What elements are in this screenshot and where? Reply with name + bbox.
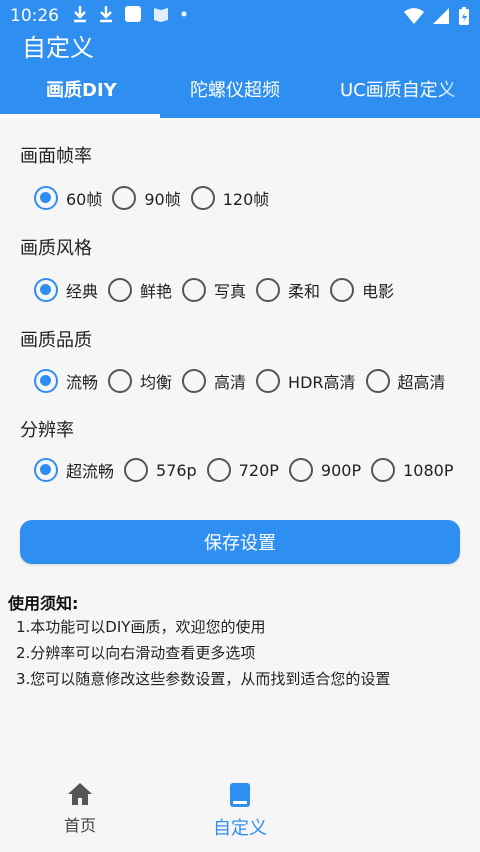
radio-label: 经典 [66, 282, 99, 301]
radio-label: 90帧 [144, 190, 181, 209]
tab-gyroscope-overclock[interactable]: 陀螺仪超频 [190, 76, 280, 112]
radio-balanced[interactable]: 均衡 [108, 369, 172, 393]
radio-circle[interactable] [371, 458, 396, 482]
radio-label: 高清 [214, 373, 247, 392]
radio-circle[interactable] [182, 278, 207, 302]
radio-circle[interactable] [34, 186, 58, 210]
tab-overflow-fade [440, 70, 480, 118]
nav-custom-label: 自定义 [213, 818, 267, 839]
note-item: 1.本功能可以DIY画质，欢迎您的使用 [16, 618, 266, 636]
main-content: 画面帧率 60帧 90帧 120帧 画质风格 经典 鲜艳 写真 柔和 电影 画质… [0, 118, 480, 768]
page-title: 自定义 [22, 34, 94, 62]
book-open-icon [154, 8, 168, 22]
radio-circle[interactable] [256, 369, 281, 393]
quality-title: 画质品质 [20, 330, 92, 351]
radio-label: 电影 [362, 282, 395, 301]
radio-circle[interactable] [288, 458, 313, 482]
radio-label: 60帧 [66, 190, 103, 209]
download-icon [100, 6, 112, 23]
system-icons [404, 6, 470, 26]
radio-circle[interactable] [256, 278, 281, 302]
radio-ultra-hd[interactable]: 超高清 [365, 369, 446, 393]
radio-circle[interactable] [124, 458, 149, 482]
radio-ultra-smooth[interactable]: 超流畅 [34, 458, 114, 482]
frame-rate-options: 60帧 90帧 120帧 [34, 186, 279, 210]
radio-90fps[interactable]: 90帧 [112, 186, 181, 210]
top-bar: 10:26 自定义 画质DIY 陀螺仪超频 UC画质自定义 [0, 0, 480, 118]
app-square-icon [125, 6, 141, 22]
radio-576p[interactable]: 576p [124, 458, 197, 482]
radio-soft[interactable]: 柔和 [256, 278, 320, 302]
radio-label: 柔和 [288, 282, 321, 301]
wifi-icon [404, 8, 424, 24]
nav-home[interactable]: 首页 [30, 782, 130, 836]
note-item: 2.分辨率可以向右滑动查看更多选项 [16, 644, 256, 662]
radio-vivid[interactable]: 鲜艳 [108, 278, 172, 302]
quality-options: 流畅 均衡 高清 HDR高清 超高清 [34, 369, 456, 393]
tab-quality-diy[interactable]: 画质DIY [46, 76, 117, 112]
radio-60fps[interactable]: 60帧 [34, 186, 102, 210]
radio-label: 720P [238, 460, 279, 480]
nav-home-label: 首页 [63, 816, 96, 835]
note-item: 3.您可以随意修改这些参数设置，从而找到适合您的设置 [16, 670, 391, 688]
radio-circle[interactable] [34, 278, 58, 302]
radio-smooth[interactable]: 流畅 [34, 369, 98, 393]
radio-120fps[interactable]: 120帧 [190, 186, 270, 210]
style-title: 画质风格 [20, 238, 92, 259]
radio-label: 900P [320, 460, 362, 480]
radio-hdr-hd[interactable]: HDR高清 [256, 369, 356, 393]
book-icon [230, 783, 250, 807]
radio-circle[interactable] [190, 186, 215, 210]
frame-rate-title: 画面帧率 [20, 146, 92, 167]
radio-circle[interactable] [108, 369, 133, 393]
radio-label: 超高清 [397, 373, 446, 392]
download-icon [74, 6, 86, 23]
resolution-options: 超流畅 576p 720P 900P 1080P [34, 458, 456, 482]
radio-label: 120帧 [222, 190, 270, 209]
radio-circle[interactable] [365, 369, 390, 393]
notification-icons [72, 5, 188, 23]
radio-circle[interactable] [108, 278, 133, 302]
radio-label: 均衡 [140, 373, 173, 392]
radio-900p[interactable]: 900P [288, 458, 362, 482]
dot-icon [181, 11, 187, 17]
save-settings-button[interactable]: 保存设置 [20, 520, 460, 564]
radio-circle[interactable] [330, 278, 355, 302]
radio-label: 鲜艳 [140, 282, 173, 301]
bottom-nav: 首页 自定义 [0, 768, 480, 852]
resolution-title: 分辨率 [20, 420, 74, 441]
radio-hd[interactable]: 高清 [182, 369, 246, 393]
status-time: 10:26 [10, 6, 59, 26]
notes-list: 1.本功能可以DIY画质，欢迎您的使用 2.分辨率可以向右滑动查看更多选项 3.… [16, 614, 390, 692]
nav-custom[interactable]: 自定义 [190, 782, 290, 840]
notes-title: 使用须知: [8, 594, 79, 613]
radio-label: HDR高清 [288, 373, 356, 392]
radio-label: 写真 [214, 282, 247, 301]
radio-720p[interactable]: 720P [206, 458, 279, 482]
resolution-scroller[interactable]: 超流畅 576p 720P 900P 1080P [0, 458, 456, 492]
radio-1080p[interactable]: 1080P [371, 458, 453, 482]
style-options: 经典 鲜艳 写真 柔和 电影 [34, 278, 404, 302]
radio-circle[interactable] [112, 186, 137, 210]
radio-circle[interactable] [206, 458, 231, 482]
tab-uc-quality-custom[interactable]: UC画质自定义 [340, 76, 456, 112]
radio-label: 超流畅 [66, 462, 115, 481]
radio-realistic[interactable]: 写真 [182, 278, 246, 302]
tab-bar: 画质DIY 陀螺仪超频 UC画质自定义 [0, 70, 480, 118]
radio-circle[interactable] [34, 369, 58, 393]
radio-label: 576p [156, 460, 197, 480]
radio-circle[interactable] [182, 369, 207, 393]
radio-movie[interactable]: 电影 [330, 278, 394, 302]
signal-icon [433, 8, 449, 24]
radio-circle[interactable] [34, 458, 58, 482]
radio-classic[interactable]: 经典 [34, 278, 98, 302]
radio-label: 流畅 [66, 373, 99, 392]
home-icon [68, 783, 92, 805]
radio-label: 1080P [403, 460, 454, 480]
battery-icon [459, 7, 469, 25]
